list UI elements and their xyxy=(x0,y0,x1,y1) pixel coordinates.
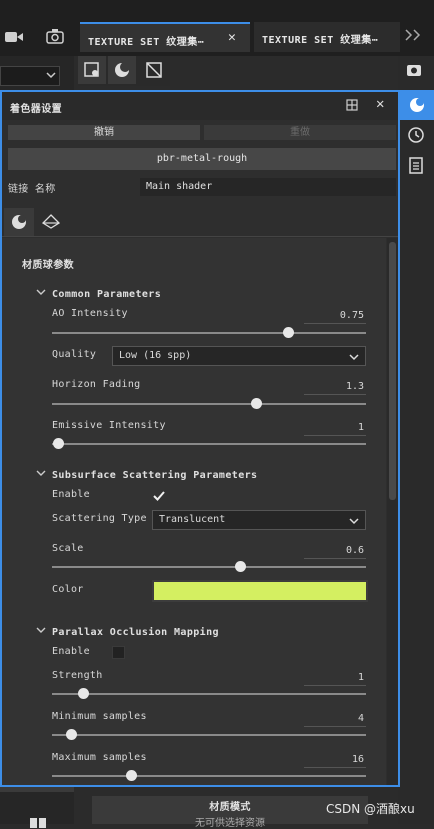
scale-slider[interactable] xyxy=(52,566,366,568)
tab-texture-set-2[interactable]: TEXTURE SET 纹理集⋯ xyxy=(254,22,400,52)
link-name-field[interactable]: Main shader xyxy=(140,178,396,196)
scattering-type-select[interactable]: Translucent xyxy=(152,510,366,530)
right-sidebar xyxy=(398,56,434,824)
shader-selector-button[interactable]: pbr-metal-rough xyxy=(8,148,396,170)
tab-geometry[interactable] xyxy=(36,208,66,236)
dock-icon[interactable] xyxy=(346,99,358,111)
emissive-intensity-slider[interactable] xyxy=(52,443,366,445)
emissive-intensity-thumb[interactable] xyxy=(53,438,65,449)
shader-settings-panel: 着色器设置 ✕ 撤销 重做 pbr-metal-rough 链接 名称 Main… xyxy=(0,90,400,787)
color-label: Color xyxy=(52,584,84,595)
panel-header: 着色器设置 ✕ xyxy=(2,92,398,120)
strength-slider[interactable] xyxy=(52,693,366,695)
field-underline xyxy=(304,726,366,727)
min-samples-value[interactable]: 4 xyxy=(304,713,364,724)
scale-thumb[interactable] xyxy=(235,561,247,572)
history-icon[interactable] xyxy=(407,126,425,144)
strength-value[interactable]: 1 xyxy=(304,672,364,683)
close-icon[interactable]: ✕ xyxy=(228,30,236,45)
strength-thumb[interactable] xyxy=(78,688,90,699)
sss-enable-label: Enable xyxy=(52,489,90,500)
undo-button[interactable]: 撤销 xyxy=(8,125,200,140)
collapse-arrows-icon[interactable] xyxy=(404,28,424,42)
field-underline xyxy=(304,767,366,768)
quality-select[interactable]: Low (16 spp) xyxy=(112,346,366,366)
emissive-intensity-value[interactable]: 1 xyxy=(304,422,364,433)
emissive-intensity-label: Emissive Intensity xyxy=(52,420,166,431)
tab-shader-params[interactable] xyxy=(4,208,34,236)
color-swatch[interactable] xyxy=(152,580,368,602)
max-samples-slider[interactable] xyxy=(52,775,366,777)
min-samples-label: Minimum samples xyxy=(52,711,147,722)
max-samples-label: Maximum samples xyxy=(52,752,147,763)
chevron-down-icon xyxy=(45,69,57,81)
tab-label: TEXTURE SET 纹理集⋯ xyxy=(262,35,379,46)
uv-icon[interactable] xyxy=(140,56,168,84)
max-samples-thumb[interactable] xyxy=(125,770,137,781)
ao-intensity-thumb[interactable] xyxy=(282,327,294,338)
texture-set-settings-icon[interactable] xyxy=(78,56,106,84)
horizon-fading-thumb[interactable] xyxy=(251,398,263,409)
divider xyxy=(2,236,398,237)
panel-icon-row xyxy=(78,56,170,86)
params-title: 材质球参数 xyxy=(22,260,74,271)
left-dropdown[interactable] xyxy=(0,66,60,86)
scrollbar-thumb[interactable] xyxy=(389,242,396,500)
camera-icon[interactable] xyxy=(46,28,64,44)
min-samples-slider[interactable] xyxy=(52,734,366,736)
close-icon[interactable]: ✕ xyxy=(376,96,384,112)
chevron-down-icon xyxy=(348,515,360,527)
top-bar: TEXTURE SET 纹理集⋯ ✕ TEXTURE SET 纹理集⋯ xyxy=(0,0,434,56)
field-underline xyxy=(304,323,366,324)
ao-intensity-slider[interactable] xyxy=(52,332,366,334)
horizon-fading-slider[interactable] xyxy=(52,403,366,405)
chevron-down-icon xyxy=(348,351,360,363)
strength-label: Strength xyxy=(52,670,103,681)
common-parameters-header[interactable]: Common Parameters xyxy=(52,289,161,300)
ao-intensity-label: AO Intensity xyxy=(52,308,128,319)
tab-texture-set-1[interactable]: TEXTURE SET 纹理集⋯ ✕ xyxy=(80,22,250,52)
quality-label: Quality xyxy=(52,349,97,360)
field-underline xyxy=(304,685,366,686)
max-samples-value[interactable]: 16 xyxy=(304,754,364,765)
gear-icon[interactable] xyxy=(406,62,422,78)
ao-intensity-value[interactable]: 0.75 xyxy=(304,310,364,321)
params-scroll-area: 材质球参数 Common Parameters AO Intensity 0.7… xyxy=(2,238,386,785)
log-icon[interactable] xyxy=(408,156,424,174)
chevron-down-icon[interactable] xyxy=(36,468,46,478)
scale-value[interactable]: 0.6 xyxy=(304,545,364,556)
field-underline xyxy=(304,394,366,395)
field-underline xyxy=(304,435,366,436)
sss-parameters-header[interactable]: Subsurface Scattering Parameters xyxy=(52,470,257,481)
sss-enable-checkbox[interactable] xyxy=(152,489,166,503)
panel-title: 着色器设置 xyxy=(10,104,62,115)
horizon-fading-value[interactable]: 1.3 xyxy=(304,381,364,392)
quality-value: Low (16 spp) xyxy=(119,350,192,361)
video-camera-icon[interactable] xyxy=(4,30,24,44)
pom-enable-checkbox[interactable] xyxy=(112,646,125,659)
link-name-label: 链接 名称 xyxy=(8,184,56,195)
scattering-type-label: Scattering Type xyxy=(52,513,147,524)
tab-label: TEXTURE SET 纹理集⋯ xyxy=(88,37,205,48)
redo-button[interactable]: 重做 xyxy=(204,125,396,140)
scattering-type-value: Translucent xyxy=(159,514,226,525)
shader-sidebar-icon[interactable] xyxy=(400,90,434,120)
min-samples-thumb[interactable] xyxy=(65,729,77,740)
chevron-down-icon[interactable] xyxy=(36,625,46,635)
scrollbar-track[interactable] xyxy=(387,238,398,785)
shader-settings-icon[interactable] xyxy=(108,56,136,84)
watermark: CSDN @酒酿xu xyxy=(326,802,415,816)
pom-header[interactable]: Parallax Occlusion Mapping xyxy=(52,627,219,638)
scale-label: Scale xyxy=(52,543,84,554)
horizon-fading-label: Horizon Fading xyxy=(52,379,141,390)
chevron-down-icon[interactable] xyxy=(36,287,46,297)
field-underline xyxy=(304,558,366,559)
grid-icon[interactable] xyxy=(30,818,46,828)
pom-enable-label: Enable xyxy=(52,646,90,657)
